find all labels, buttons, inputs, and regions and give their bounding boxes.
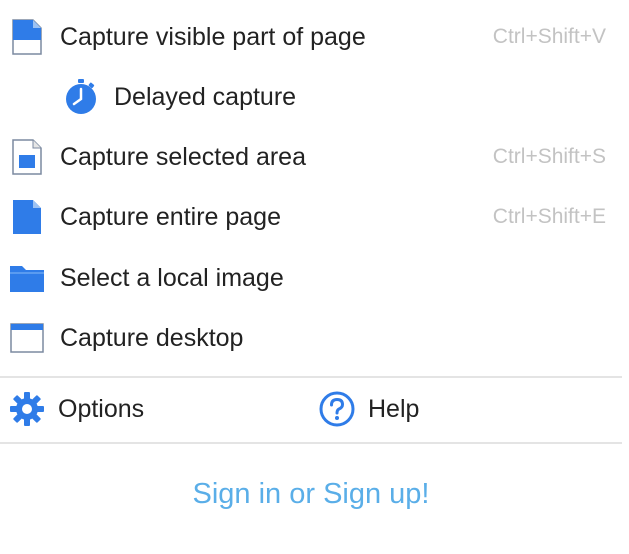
capture-desktop-label: Capture desktop <box>60 323 244 352</box>
delayed-capture-item[interactable]: Delayed capture <box>0 67 622 127</box>
help-label: Help <box>368 394 420 423</box>
gear-icon <box>8 390 46 428</box>
folder-icon <box>8 259 46 297</box>
options-label: Options <box>58 394 145 423</box>
divider-bottom <box>0 442 622 444</box>
capture-selected-item[interactable]: Capture selected area Ctrl+Shift+S <box>0 127 622 187</box>
capture-selected-label: Capture selected area <box>60 142 306 171</box>
options-button[interactable]: Options <box>8 378 144 440</box>
entire-page-icon <box>8 198 46 236</box>
timer-icon <box>62 78 100 116</box>
desktop-window-icon <box>8 319 46 357</box>
select-local-image-label: Select a local image <box>60 263 284 292</box>
delayed-capture-label: Delayed capture <box>114 82 297 111</box>
capture-visible-label: Capture visible part of page <box>60 22 366 51</box>
capture-visible-item[interactable]: Capture visible part of page Ctrl+Shift+… <box>0 7 622 67</box>
capture-selected-shortcut: Ctrl+Shift+S <box>492 145 606 168</box>
options-help-row: Options Help <box>0 378 622 440</box>
capture-menu: Capture visible part of page Ctrl+Shift+… <box>0 0 629 554</box>
capture-desktop-item[interactable]: Capture desktop <box>0 308 622 368</box>
help-circle-icon <box>318 390 356 428</box>
visible-page-icon <box>8 18 46 56</box>
signin-link[interactable]: Sign in or Sign up! <box>0 478 622 511</box>
select-local-image-item[interactable]: Select a local image <box>0 248 622 308</box>
capture-entire-shortcut: Ctrl+Shift+E <box>492 205 606 228</box>
capture-entire-item[interactable]: Capture entire page Ctrl+Shift+E <box>0 187 622 247</box>
help-button[interactable]: Help <box>318 378 419 440</box>
capture-entire-label: Capture entire page <box>60 202 281 231</box>
capture-visible-shortcut: Ctrl+Shift+V <box>492 25 606 48</box>
selected-area-icon <box>8 138 46 176</box>
